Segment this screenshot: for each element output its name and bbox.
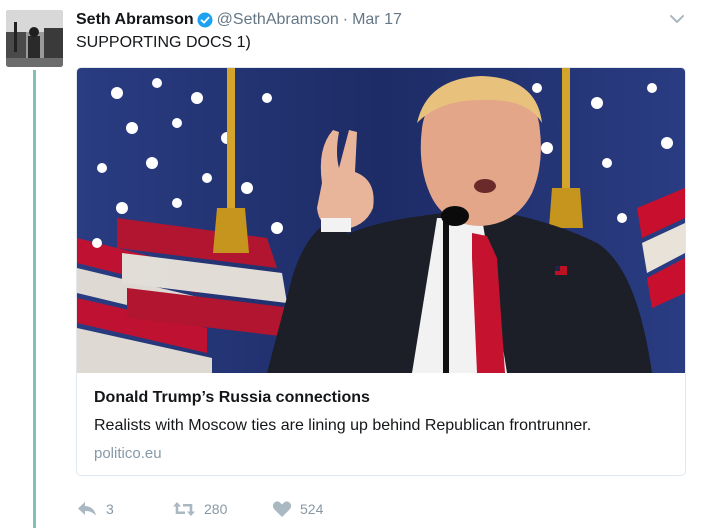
avatar[interactable] (6, 10, 63, 67)
like-count: 524 (300, 501, 324, 517)
retweet-count: 280 (204, 501, 228, 517)
chevron-down-icon[interactable] (668, 12, 686, 26)
retweet-button[interactable]: 280 (172, 500, 272, 518)
tweet-actions: 3 280 524 (76, 497, 352, 521)
avatar-photo (6, 10, 63, 67)
link-card[interactable]: Donald Trump’s Russia connections Realis… (76, 67, 686, 476)
retweet-icon (172, 500, 196, 518)
reply-button[interactable]: 3 (76, 500, 172, 518)
verified-badge-icon (197, 12, 213, 28)
card-description: Realists with Moscow ties are lining up … (94, 417, 592, 434)
author-handle[interactable]: @SethAbramson (217, 11, 339, 29)
thread-connector-line (33, 70, 36, 528)
header-separator: · (342, 11, 349, 28)
card-image (77, 68, 685, 373)
reply-count: 3 (106, 501, 114, 517)
tweet-header: Seth Abramson @SethAbramson · Mar 17 (76, 10, 402, 30)
tweet-timestamp[interactable]: Mar 17 (352, 11, 402, 29)
card-domain: politico.eu (94, 445, 162, 462)
reply-icon (76, 500, 98, 518)
card-title[interactable]: Donald Trump’s Russia connections (94, 389, 675, 407)
like-button[interactable]: 524 (272, 500, 352, 518)
tweet-text: SUPPORTING DOCS 1) (76, 34, 251, 51)
card-body: Donald Trump’s Russia connections Realis… (94, 389, 675, 462)
author-name[interactable]: Seth Abramson (76, 11, 194, 29)
heart-icon (272, 500, 292, 518)
